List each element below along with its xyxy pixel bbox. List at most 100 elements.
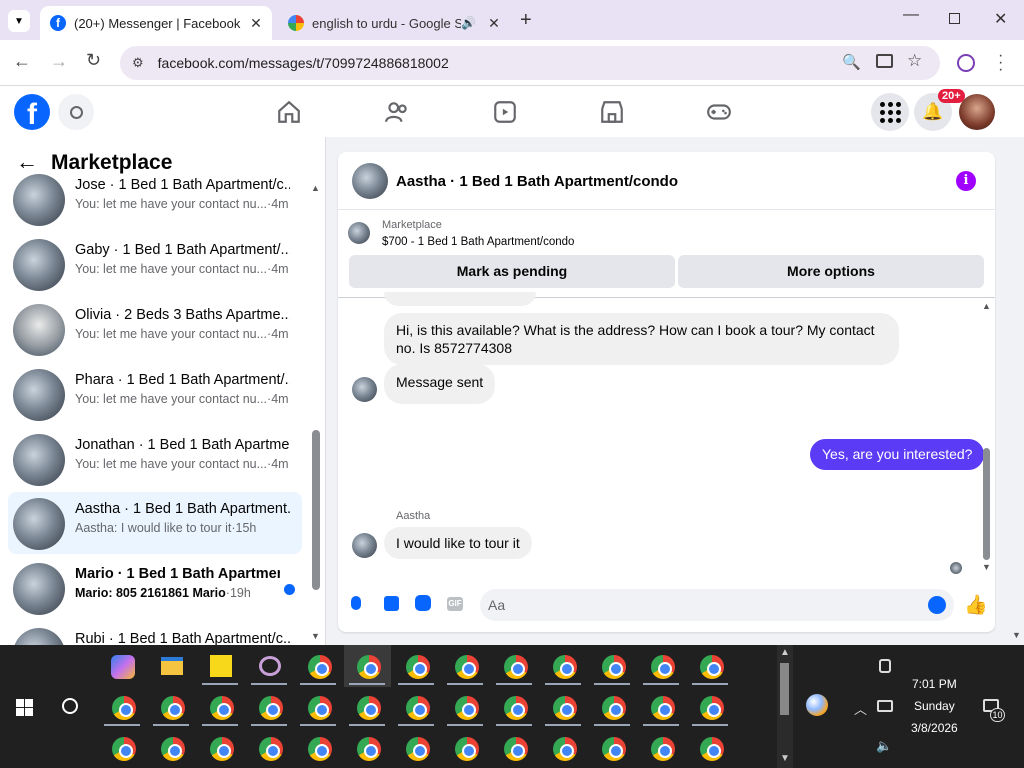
taskbar-scroll-area[interactable]: ▲ ▼ — [777, 645, 793, 768]
scroll-up-arrow[interactable]: ▲ — [780, 647, 790, 658]
conversation-item[interactable]: Rubi · 1 Bed 1 Bath Apartment/c... — [8, 622, 302, 645]
microphone-icon[interactable] — [351, 596, 361, 610]
network-icon[interactable] — [877, 700, 893, 712]
mark-as-pending-button[interactable]: Mark as pending — [349, 255, 675, 288]
chrome-icon[interactable] — [553, 737, 577, 761]
conversation-item-unread[interactable]: Mario · 1 Bed 1 Bath Apartmen... Mario: … — [8, 557, 302, 619]
address-bar[interactable]: ⚙ facebook.com/messages/t/70997248868180… — [120, 46, 940, 80]
conversation-item[interactable]: Jose · 1 Bed 1 Bath Apartment/c... You: … — [8, 168, 302, 230]
clock-day[interactable]: Sunday — [914, 699, 955, 713]
message-bubble[interactable]: I would like to tour it — [384, 527, 532, 559]
close-window-button[interactable]: ✕ — [994, 9, 1007, 29]
chrome-icon[interactable] — [504, 696, 528, 720]
tab-list-button[interactable]: ▼ — [8, 10, 30, 32]
chrome-icon[interactable] — [112, 737, 136, 761]
chrome-icon[interactable] — [602, 737, 626, 761]
page-scroll-down-arrow[interactable]: ▼ — [1012, 630, 1021, 640]
conversation-item-selected[interactable]: Aastha · 1 Bed 1 Bath Apartment... Aasth… — [8, 492, 302, 554]
show-hidden-icons-chevron-up-icon[interactable]: ︿ — [854, 699, 867, 718]
chrome-icon[interactable] — [651, 655, 675, 679]
profile-avatar[interactable] — [959, 94, 995, 130]
chrome-icon[interactable] — [308, 655, 332, 679]
install-app-icon[interactable] — [876, 54, 893, 68]
snipping-tool-icon[interactable] — [259, 656, 281, 676]
chrome-icon[interactable] — [161, 696, 185, 720]
scroll-up-arrow[interactable]: ▲ — [311, 183, 320, 193]
restore-button[interactable] — [949, 13, 960, 24]
chrome-icon[interactable] — [210, 737, 234, 761]
scroll-down-arrow[interactable]: ▼ — [982, 562, 991, 572]
conversation-item[interactable]: Olivia · 2 Beds 3 Baths Apartme... You: … — [8, 298, 302, 360]
clock-date[interactable]: 3/8/2026 — [911, 721, 958, 735]
chrome-icon[interactable] — [406, 696, 430, 720]
conversation-item[interactable]: Gaby · 1 Bed 1 Bath Apartment/... You: l… — [8, 233, 302, 295]
weather-icon[interactable] — [806, 694, 828, 716]
chrome-icon[interactable] — [406, 737, 430, 761]
scrollbar-thumb[interactable] — [780, 663, 789, 715]
chrome-icon[interactable] — [357, 737, 381, 761]
chrome-icon[interactable] — [700, 696, 724, 720]
chrome-icon[interactable] — [455, 696, 479, 720]
bookmark-star-icon[interactable]: ☆ — [907, 51, 922, 71]
chat-title[interactable]: Aastha · 1 Bed 1 Bath Apartment/condo — [396, 173, 678, 190]
meet-now-icon[interactable] — [879, 659, 891, 673]
search-icon[interactable] — [62, 698, 78, 714]
tab-messenger[interactable]: f (20+) Messenger | Facebook ✕ — [40, 6, 272, 40]
chrome-icon[interactable] — [602, 655, 626, 679]
profile-icon[interactable] — [957, 54, 975, 72]
chrome-icon[interactable] — [455, 737, 479, 761]
minimize-button[interactable]: — — [903, 6, 919, 24]
scrollbar-thumb[interactable] — [312, 430, 320, 590]
conversation-item[interactable]: Phara · 1 Bed 1 Bath Apartment/... You: … — [8, 363, 302, 425]
chrome-icon[interactable] — [651, 737, 675, 761]
scrollbar-thumb[interactable] — [983, 448, 990, 560]
chrome-icon[interactable] — [504, 737, 528, 761]
clock-time[interactable]: 7:01 PM — [912, 677, 957, 691]
file-explorer-icon[interactable] — [161, 657, 183, 675]
forward-button[interactable]: → — [50, 51, 68, 72]
listing-thumbnail[interactable] — [348, 222, 370, 244]
chrome-icon[interactable] — [504, 655, 528, 679]
scroll-down-arrow[interactable]: ▼ — [780, 753, 790, 764]
message-bubble[interactable]: Message sent — [384, 364, 496, 404]
marketplace-icon[interactable] — [599, 99, 625, 125]
chrome-icon[interactable] — [357, 696, 381, 720]
chrome-icon[interactable] — [553, 655, 577, 679]
message-input[interactable]: Aa — [480, 589, 954, 621]
info-icon[interactable]: i — [956, 171, 976, 191]
browser-menu-icon[interactable]: · · · — [998, 48, 1003, 78]
chrome-icon[interactable] — [602, 696, 626, 720]
chat-header-avatar[interactable] — [352, 163, 388, 199]
more-options-button[interactable]: More options — [678, 255, 984, 288]
facebook-logo-icon[interactable]: f — [14, 94, 50, 130]
thumbs-up-icon[interactable]: 👍 — [964, 593, 988, 617]
chrome-icon[interactable] — [259, 737, 283, 761]
zoom-icon[interactable]: 🔍 — [842, 53, 861, 71]
chrome-icon[interactable] — [210, 696, 234, 720]
close-tab-icon[interactable]: ✕ — [484, 15, 504, 32]
home-icon[interactable] — [276, 99, 302, 125]
gif-icon[interactable]: GIF — [447, 597, 463, 611]
speaker-icon[interactable]: 🔊 — [461, 16, 476, 30]
friends-icon[interactable] — [384, 99, 410, 125]
new-tab-button[interactable]: + — [520, 9, 532, 32]
emoji-icon[interactable] — [928, 596, 946, 614]
chrome-icon[interactable] — [406, 655, 430, 679]
back-button[interactable]: ← — [13, 51, 31, 72]
chrome-icon[interactable] — [700, 655, 724, 679]
chrome-icon[interactable] — [357, 655, 381, 679]
scroll-up-arrow[interactable]: ▲ — [982, 301, 991, 311]
chrome-icon[interactable] — [112, 696, 136, 720]
chrome-icon[interactable] — [455, 655, 479, 679]
photo-icon[interactable] — [384, 596, 399, 611]
chrome-icon[interactable] — [308, 696, 332, 720]
menu-grid-button[interactable] — [871, 93, 909, 131]
sticker-icon[interactable] — [415, 595, 431, 611]
windows-start-icon[interactable] — [16, 699, 33, 716]
sticky-notes-icon[interactable] — [210, 655, 232, 677]
message-bubble[interactable]: Hi, is this available? What is the addre… — [384, 313, 899, 365]
chrome-icon[interactable] — [308, 737, 332, 761]
scroll-down-arrow[interactable]: ▼ — [311, 631, 320, 641]
search-button[interactable] — [58, 94, 94, 130]
listing-title[interactable]: $700 - 1 Bed 1 Bath Apartment/condo — [382, 236, 574, 248]
